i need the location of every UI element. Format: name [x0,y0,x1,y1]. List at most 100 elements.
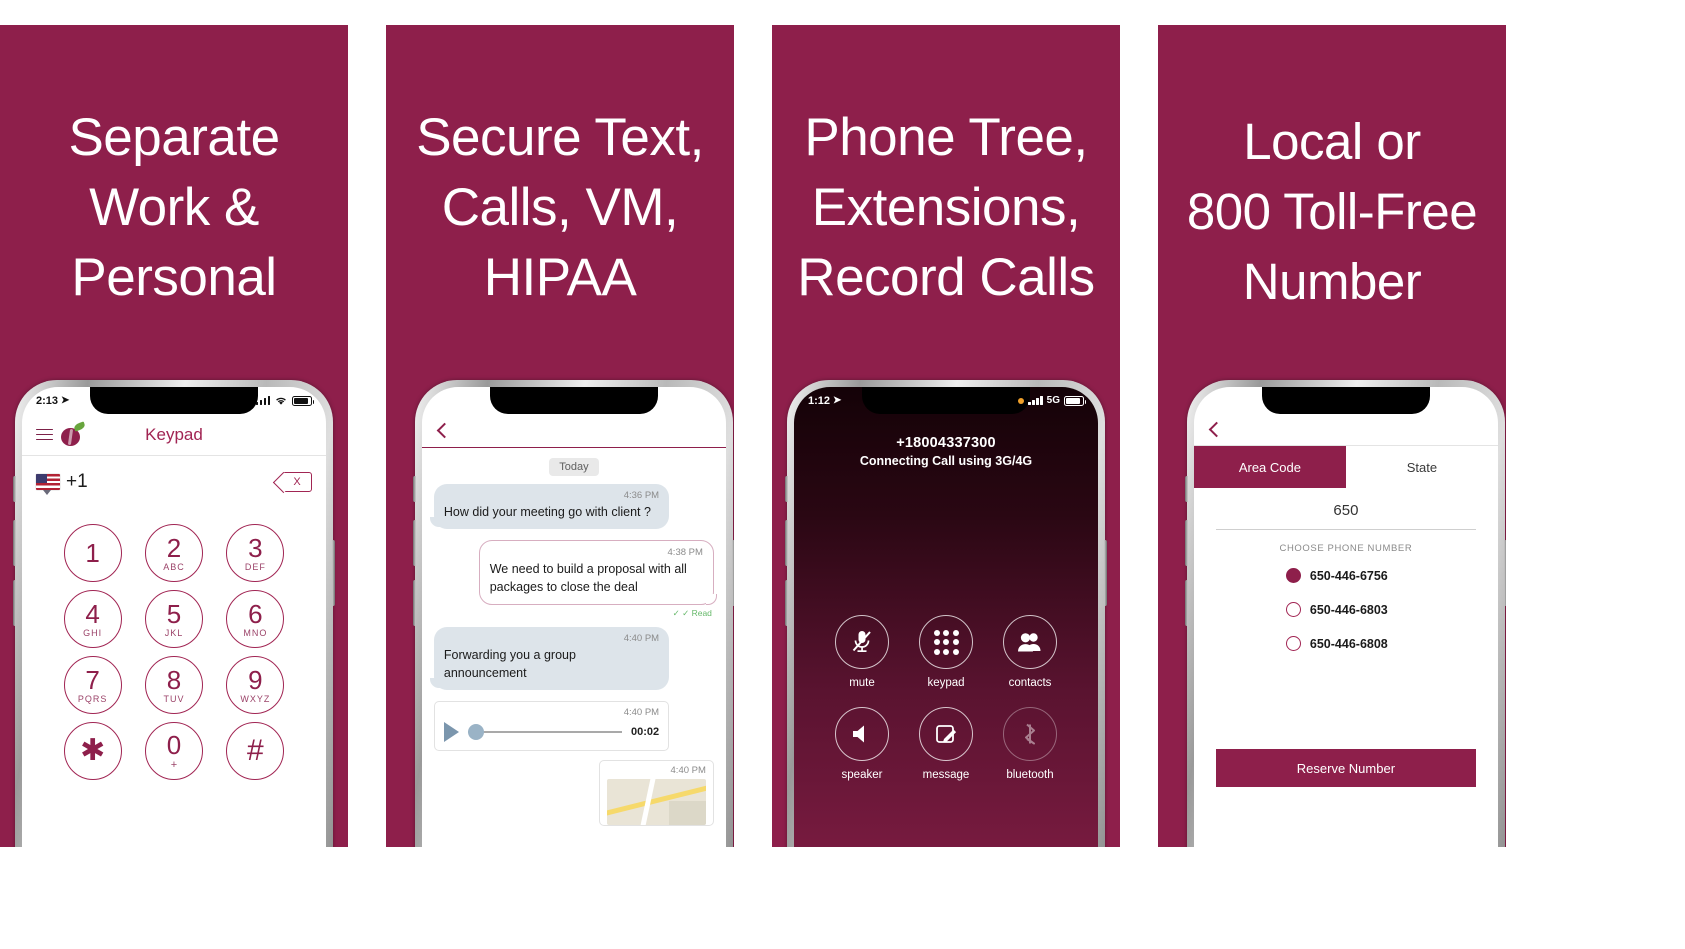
map-message-row: 4:40 PM [434,760,714,826]
keypad-key[interactable]: 5 JKL [144,590,203,648]
message-time: 4:40 PM [623,707,660,718]
key-digit: 5 [166,598,182,629]
recording-indicator-icon [1018,397,1025,404]
voice-progress-knob[interactable] [467,724,484,740]
number-option-row[interactable]: 650-446-6756 [1285,568,1498,583]
message-thread[interactable]: Today 4:36 PM How did your meeting go wi… [422,448,726,847]
voice-progress-track[interactable] [467,724,622,740]
panel-phone-tree-extensions: Phone Tree, Extensions, Record Calls 1:1… [772,25,1120,847]
call-button-mute[interactable]: mute [835,615,889,689]
keypad-key-star[interactable]: ✱ [63,722,122,780]
keypad-key[interactable]: 9 WXYZ [226,656,285,714]
day-separator: Today [549,458,599,476]
phone-mute-switch [785,476,788,502]
keypad-key[interactable]: 1 [63,524,122,582]
message-text: How did your meeting go with client ? [443,505,651,519]
hamburger-menu-icon[interactable] [36,425,53,444]
voice-player-row: 00:02 [443,722,659,742]
panel-headline: Phone Tree, Extensions, Record Calls [797,108,1095,307]
keypad-key[interactable]: 8 TUV [144,656,203,714]
call-button-bluetooth[interactable]: bluetooth [1003,707,1057,781]
panel-local-or-toll-free: Local or 800 Toll-Free Number Area Code … [1158,25,1506,847]
keypad-key[interactable]: 7 PQRS [63,656,122,714]
reserve-number-button[interactable]: Reserve Number [1215,749,1476,787]
call-button-message[interactable]: message [919,707,973,781]
key-digit: 6 [248,598,263,629]
message-text: Forwarding you a group announcement [443,648,576,680]
phone-power-button [332,540,335,606]
key-letters: ABC [163,561,185,572]
phone-power-button [1104,540,1107,606]
phone-mockup-active-call: 1:12 ➤ 5G +18004337300 Connecting Call u… [785,380,1107,847]
status-bar: 1:12 ➤ 5G [794,387,1098,414]
call-status-text: Connecting Call using 3G/4G [859,454,1033,468]
call-button-label: bluetooth [1006,769,1054,781]
radio-unselected-icon[interactable] [1285,636,1301,651]
phone-mockup-messages: Today 4:36 PM How did your meeting go wi… [412,380,734,847]
wifi-icon [276,397,286,405]
radio-unselected-icon[interactable] [1285,602,1301,617]
app-store-screenshot-gallery: Separate Work & Personal 2:13 ➤ Keypad +… [0,0,1685,949]
number-option-row[interactable]: 650-446-6808 [1285,636,1498,651]
microphone-muted-icon [835,615,889,669]
keypad-key[interactable]: 0 + [144,722,203,780]
country-selector[interactable]: +1 [36,471,88,495]
message-bubble-outgoing: 4:38 PM We need to build a proposal with… [478,540,718,605]
chevron-back-icon[interactable] [1208,421,1225,438]
keypad-key-hash[interactable]: # [226,722,285,780]
map-thumbnail[interactable] [606,779,706,825]
keypad-nav-bar: Keypad [22,414,326,456]
battery-icon [292,395,314,406]
call-button-label: message [922,769,970,781]
area-code-input[interactable]: 650 [1215,488,1476,530]
keypad-key[interactable]: 2 ABC [144,524,203,582]
call-button-label: contacts [1008,677,1052,689]
message-time: 4:40 PM [670,765,706,776]
panel-headline: Secure Text, Calls, VM, HIPAA [416,108,704,307]
phone-volume-up-button [412,520,416,566]
keypad-key[interactable]: 3 DEF [226,524,285,582]
call-button-contacts[interactable]: contacts [1003,615,1057,689]
phone-volume-down-button [412,580,416,626]
tab-area-code[interactable]: Area Code [1193,446,1346,488]
us-flag-icon [36,474,60,490]
speaker-icon [835,707,889,761]
phone-number-options: 650-446-6756 650-446-6803 650-446-6808 [1194,568,1498,651]
key-digit: 9 [248,664,263,695]
key-digit: 1 [85,537,100,568]
phone-volume-down-button [1184,580,1188,626]
keypad-dots-icon [919,615,973,669]
play-icon[interactable] [443,722,459,742]
map-message-card[interactable]: 4:40 PM [598,760,714,826]
read-receipt: ✓ ✓ Read [672,608,712,618]
plum-logo-icon [59,420,86,447]
panel-headline: Separate Work & Personal [68,108,280,307]
phone-notch [489,387,658,414]
phone-volume-down-button [785,580,788,626]
phone-volume-up-button [13,520,16,566]
chevron-back-icon[interactable] [436,422,453,439]
key-digit: # [246,734,264,767]
status-bar-right [255,395,314,406]
messages-nav-bar [421,414,726,448]
keypad-key[interactable]: 4 GHI [63,590,122,648]
keypad-key[interactable]: 6 MNO [226,590,285,648]
compose-message-icon [919,707,973,761]
dial-keypad: 1 2 ABC 3 DEF 4 GHI 5 JKL 6 MNO 7 PQRS 8 TUV 9W… [22,508,326,780]
phone-volume-up-button [785,520,788,566]
backspace-delete-icon[interactable]: X [282,472,312,492]
call-button-keypad[interactable]: keypad [919,615,973,689]
number-option-row[interactable]: 650-446-6803 [1285,602,1498,617]
radio-selected-icon[interactable] [1285,568,1301,583]
call-button-speaker[interactable]: speaker [835,707,889,781]
country-code-row: +1 X [22,456,326,508]
number-picker-nav-bar [1193,414,1498,446]
phone-mockup-number-picker: Area Code State 650 CHOOSE PHONE NUMBER … [1184,380,1506,847]
phone-power-button [731,540,734,606]
search-mode-tabs: Area Code State [1193,446,1498,488]
key-digit: 8 [166,664,182,695]
key-letters: WXYZ [240,693,271,704]
tab-state[interactable]: State [1345,446,1498,488]
status-bar-right: 5G [1018,395,1086,406]
voice-message-card[interactable]: 4:40 PM 00:02 [433,701,670,751]
